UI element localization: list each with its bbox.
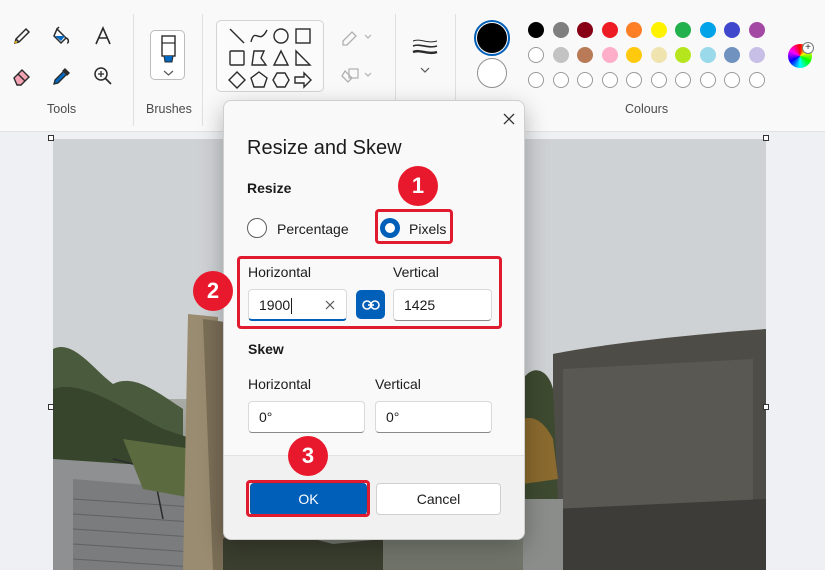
close-icon xyxy=(502,112,516,126)
brush-icon xyxy=(151,31,186,81)
rectangle-shape-icon[interactable] xyxy=(293,26,313,46)
custom-palette-slot[interactable] xyxy=(626,72,642,88)
triangle-shape-icon[interactable] xyxy=(271,48,291,68)
palette-swatch[interactable] xyxy=(528,22,544,38)
palette-swatch[interactable] xyxy=(651,22,667,38)
rounded-rectangle-shape-icon[interactable] xyxy=(227,48,247,68)
palette-swatch[interactable] xyxy=(553,47,569,63)
cancel-button[interactable]: Cancel xyxy=(376,483,501,515)
skew-horizontal-label: Horizontal xyxy=(248,376,311,392)
step-badge-1: 1 xyxy=(398,166,438,206)
custom-palette-slot[interactable] xyxy=(651,72,667,88)
palette-swatch[interactable] xyxy=(577,47,593,63)
right-triangle-shape-icon[interactable] xyxy=(293,48,313,68)
resize-handle-top-left[interactable] xyxy=(48,135,54,141)
curve-shape-icon[interactable] xyxy=(249,26,269,46)
palette-swatch[interactable] xyxy=(749,47,765,63)
resize-handle-middle-right[interactable] xyxy=(763,404,769,410)
percentage-radio[interactable] xyxy=(247,218,267,238)
palette-swatch[interactable] xyxy=(602,22,618,38)
eraser-icon[interactable] xyxy=(8,62,36,90)
step-badge-2: 2 xyxy=(193,271,233,311)
highlight-ok-button xyxy=(246,480,370,517)
diamond-shape-icon[interactable] xyxy=(227,70,247,90)
palette-swatch[interactable] xyxy=(724,22,740,38)
pencil-icon[interactable] xyxy=(8,22,36,50)
custom-palette-slot[interactable] xyxy=(700,72,716,88)
skew-vertical-label: Vertical xyxy=(375,376,421,392)
dialog-title: Resize and Skew xyxy=(247,137,402,160)
skew-horizontal-value: 0° xyxy=(259,409,272,425)
stroke-size-icon[interactable] xyxy=(410,38,440,85)
custom-palette-slot[interactable] xyxy=(724,72,740,88)
custom-palette-slot[interactable] xyxy=(528,72,544,88)
colours-group-label: Colours xyxy=(625,102,668,116)
line-shape-icon[interactable] xyxy=(227,26,247,46)
fill-bucket-icon[interactable] xyxy=(48,22,76,50)
skew-section-label: Skew xyxy=(248,341,284,357)
custom-palette-slot[interactable] xyxy=(602,72,618,88)
percentage-radio-label[interactable]: Percentage xyxy=(277,221,349,237)
palette-swatch[interactable] xyxy=(602,47,618,63)
pentagon-shape-icon[interactable] xyxy=(249,70,269,90)
fill-style-icon[interactable] xyxy=(340,66,374,89)
palette-swatch[interactable] xyxy=(700,47,716,63)
skew-vertical-input[interactable]: 0° xyxy=(375,401,492,433)
color-2-swatch[interactable] xyxy=(477,58,507,88)
palette-swatch[interactable] xyxy=(700,22,716,38)
polygon-shape-icon[interactable] xyxy=(249,48,269,68)
custom-palette-slot[interactable] xyxy=(675,72,691,88)
palette-swatch[interactable] xyxy=(675,22,691,38)
step-badge-3: 3 xyxy=(288,436,328,476)
palette-swatch[interactable] xyxy=(651,47,667,63)
resize-handle-top-right[interactable] xyxy=(763,135,769,141)
palette-swatch[interactable] xyxy=(626,22,642,38)
highlight-pixels-option xyxy=(375,209,453,244)
palette-swatch[interactable] xyxy=(724,47,740,63)
custom-palette-slot[interactable] xyxy=(553,72,569,88)
hexagon-shape-icon[interactable] xyxy=(271,70,291,90)
skew-vertical-value: 0° xyxy=(386,409,399,425)
highlight-resize-fields xyxy=(237,256,502,329)
custom-palette-slot[interactable] xyxy=(577,72,593,88)
tools-group-label: Tools xyxy=(47,102,76,116)
brushes-button[interactable] xyxy=(150,30,185,80)
resize-handle-middle-left[interactable] xyxy=(48,404,54,410)
palette-swatch[interactable] xyxy=(528,47,544,63)
ribbon-separator xyxy=(202,14,203,126)
ribbon-top-strip xyxy=(0,0,825,6)
magnifier-icon[interactable] xyxy=(89,62,117,90)
palette-swatch[interactable] xyxy=(749,22,765,38)
color-1-selector[interactable] xyxy=(474,20,510,56)
color-1-swatch xyxy=(477,23,507,53)
close-button[interactable] xyxy=(496,107,522,131)
custom-palette-slot[interactable] xyxy=(749,72,765,88)
brushes-group-label: Brushes xyxy=(146,102,192,116)
text-icon[interactable] xyxy=(89,22,117,50)
palette-swatch[interactable] xyxy=(553,22,569,38)
edit-colours-icon[interactable]: + xyxy=(788,44,812,68)
outline-style-icon[interactable] xyxy=(340,28,374,51)
ribbon-separator xyxy=(133,14,134,126)
color-picker-icon[interactable] xyxy=(48,62,76,90)
arrow-shape-icon[interactable] xyxy=(293,70,313,90)
palette-swatch[interactable] xyxy=(577,22,593,38)
oval-shape-icon[interactable] xyxy=(271,26,291,46)
palette-swatch[interactable] xyxy=(675,47,691,63)
shapes-gallery xyxy=(216,20,324,92)
skew-horizontal-input[interactable]: 0° xyxy=(248,401,365,433)
palette-swatch[interactable] xyxy=(626,47,642,63)
resize-section-label: Resize xyxy=(247,180,291,196)
